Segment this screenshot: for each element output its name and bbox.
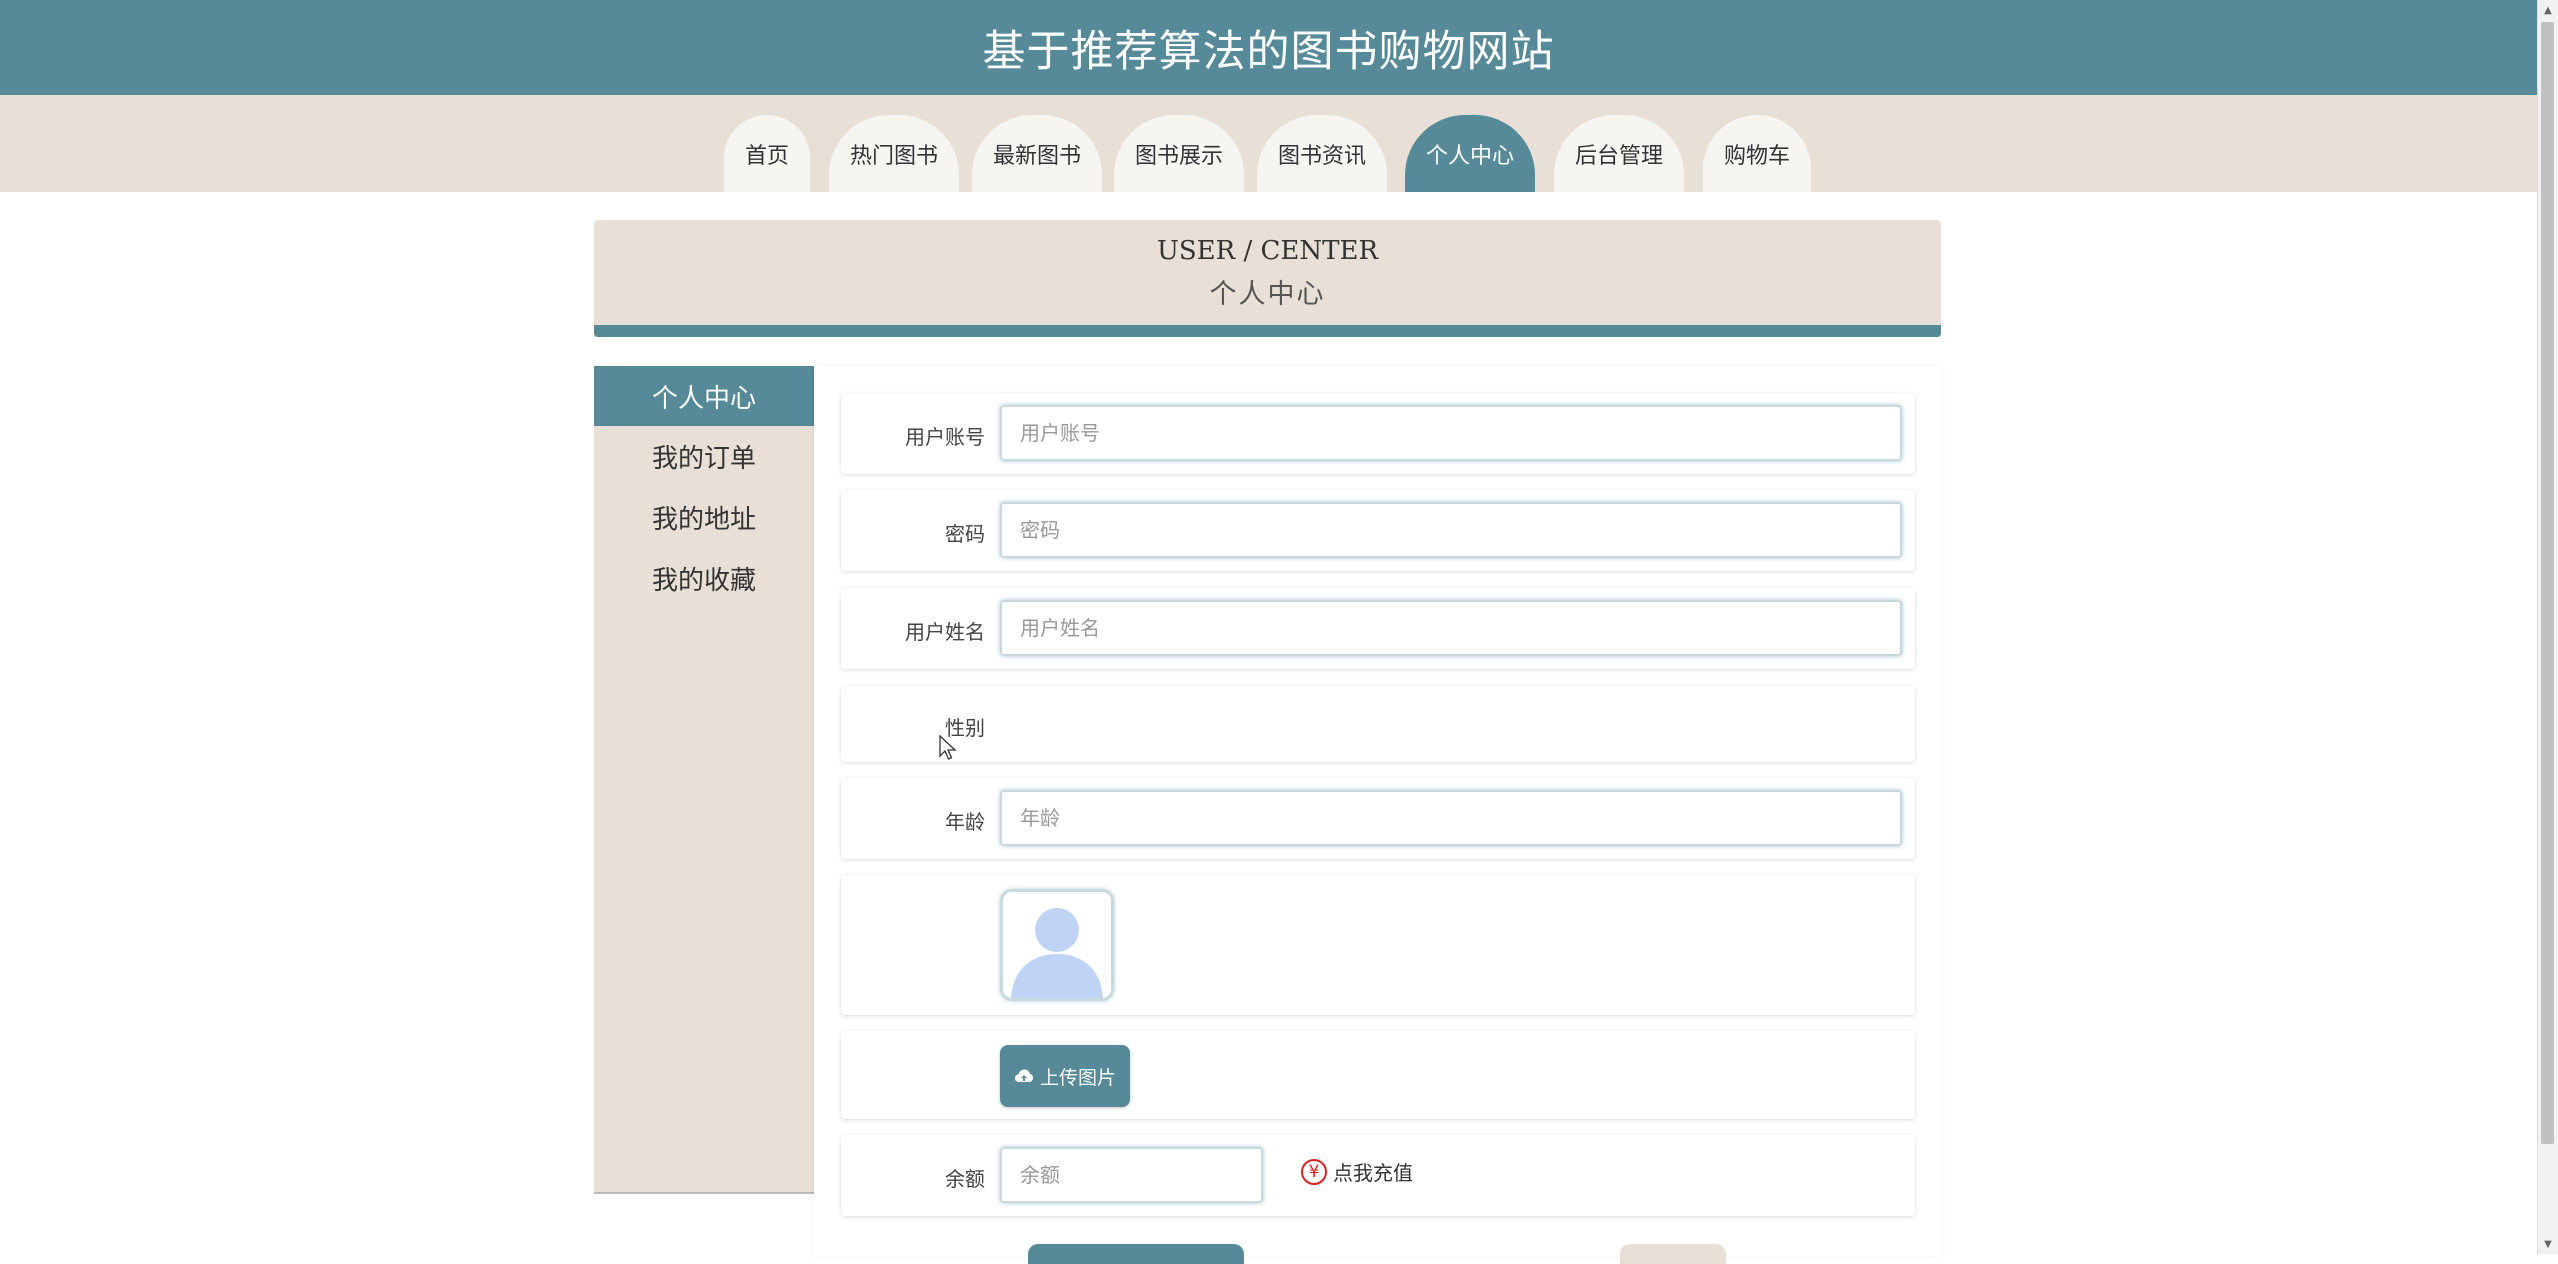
cloud-upload-icon [1014, 1069, 1033, 1082]
banner-title-en: USER / CENTER [1156, 236, 1379, 266]
scroll-down-arrow-icon[interactable]: ▼ [2538, 1234, 2558, 1254]
mouse-cursor-icon [939, 735, 957, 760]
form-row-password: 密码 [841, 490, 1915, 571]
form-row-balance: 余额 ¥ 点我充值 [841, 1135, 1915, 1216]
sidebar-item-my-orders[interactable]: 我的订单 [594, 426, 814, 487]
realname-label: 用户姓名 [905, 620, 985, 644]
main-nav: 首页 热门图书 最新图书 图书展示 图书资讯 个人中心 后台管理 购物车 [0, 95, 2537, 192]
site-title: 基于推荐算法的图书购物网站 [982, 26, 1555, 77]
recharge-label: 点我充值 [1333, 1161, 1413, 1185]
username-input[interactable] [1000, 405, 1902, 461]
nav-tab-home[interactable]: 首页 [724, 115, 810, 192]
balance-label: 余额 [945, 1167, 985, 1191]
banner-title-cn: 个人中心 [1209, 279, 1326, 310]
submit-button[interactable] [1028, 1244, 1244, 1264]
form-row-avatar [841, 875, 1915, 1015]
password-input[interactable] [1000, 502, 1902, 558]
user-avatar-icon [1003, 892, 1111, 998]
site-header: 基于推荐算法的图书购物网站 [0, 0, 2537, 95]
yen-icon: ¥ [1301, 1158, 1327, 1185]
scroll-up-arrow-icon[interactable]: ▲ [2538, 0, 2558, 20]
avatar-image[interactable] [1000, 889, 1114, 1001]
scrollbar-thumb[interactable] [2541, 22, 2554, 1144]
nav-tab-new-books[interactable]: 最新图书 [972, 115, 1102, 192]
section-banner: USER / CENTER 个人中心 [594, 220, 1941, 337]
form-row-username: 用户账号 [841, 393, 1915, 474]
form-row-realname: 用户姓名 [841, 588, 1915, 669]
nav-tab-book-news[interactable]: 图书资讯 [1257, 115, 1387, 192]
password-label: 密码 [945, 522, 985, 546]
form-row-age: 年龄 [841, 778, 1915, 859]
logout-button[interactable] [1620, 1244, 1726, 1264]
username-label: 用户账号 [905, 425, 985, 449]
form-row-upload: 上传图片 [841, 1031, 1915, 1119]
nav-tab-admin[interactable]: 后台管理 [1554, 115, 1684, 192]
upload-button-label: 上传图片 [1039, 1066, 1116, 1089]
nav-tab-hot-books[interactable]: 热门图书 [829, 115, 959, 192]
banner-divider [594, 325, 1941, 337]
nav-tab-user-center[interactable]: 个人中心 [1405, 115, 1535, 192]
nav-tab-book-display[interactable]: 图书展示 [1114, 115, 1244, 192]
sidebar-item-my-favorites[interactable]: 我的收藏 [594, 548, 814, 609]
sidebar-item-user-center[interactable]: 个人中心 [594, 366, 814, 426]
age-input[interactable] [1000, 790, 1902, 846]
sidebar-item-my-address[interactable]: 我的地址 [594, 487, 814, 548]
upload-image-button[interactable]: 上传图片 [1000, 1045, 1130, 1107]
page-scrollbar[interactable]: ▲ ▼ [2537, 0, 2558, 1254]
user-sidebar: 个人中心 我的订单 我的地址 我的收藏 [594, 366, 814, 1194]
nav-tab-cart[interactable]: 购物车 [1703, 115, 1811, 192]
gender-label: 性别 [945, 716, 985, 740]
balance-input[interactable] [1000, 1147, 1263, 1203]
profile-form: 用户账号 密码 用户姓名 性别 年龄 [814, 366, 1941, 1256]
realname-input[interactable] [1000, 600, 1902, 656]
age-label: 年龄 [945, 810, 985, 834]
recharge-link[interactable]: ¥ 点我充值 [1301, 1157, 1413, 1186]
form-row-gender: 性别 [841, 686, 1915, 762]
